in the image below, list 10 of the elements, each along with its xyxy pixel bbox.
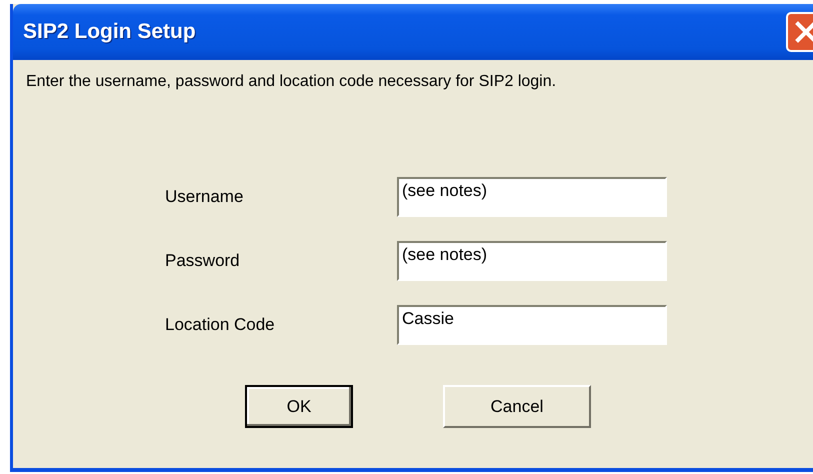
instruction-text: Enter the username, password and location code necessary for SIP2 login.	[25, 72, 558, 91]
dialog-button[interactable]: Cancel	[443, 385, 591, 428]
window-title: SIP2 Login Setup	[23, 20, 196, 44]
field-label: Username	[165, 187, 244, 207]
input-field[interactable]: (see notes)	[397, 177, 667, 217]
default-dialog-button[interactable]: OK	[245, 385, 353, 428]
field-label: Location Code	[165, 315, 276, 335]
field-label: Password	[165, 251, 241, 271]
input-field[interactable]: Cassie	[397, 305, 667, 345]
input-field[interactable]: (see notes)	[397, 241, 667, 281]
